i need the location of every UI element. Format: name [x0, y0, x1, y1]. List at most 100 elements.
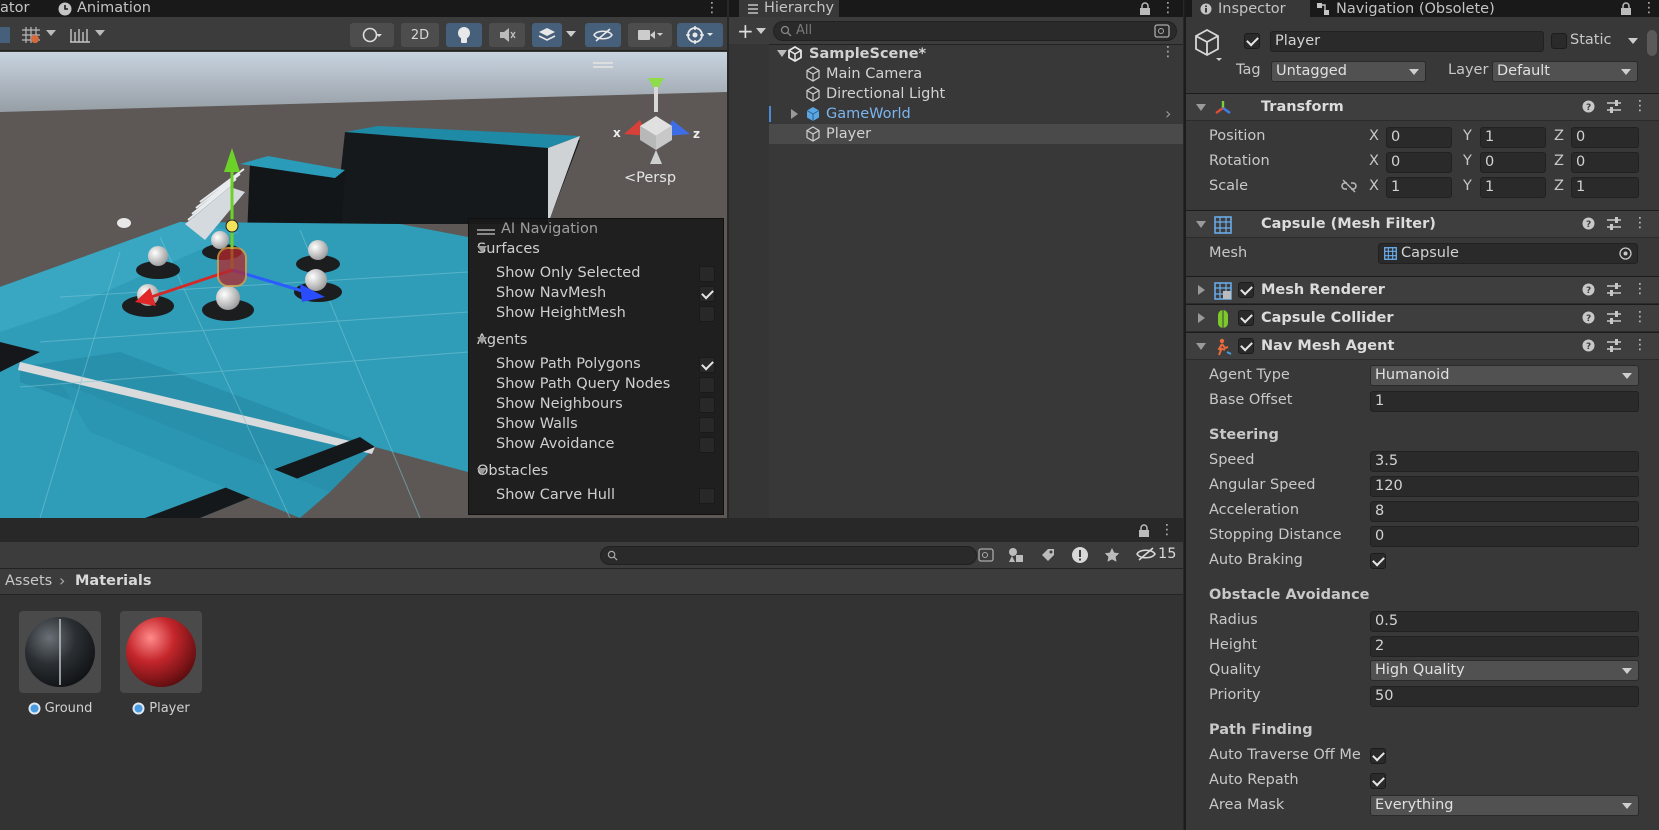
section-agents[interactable]: Agents	[477, 332, 527, 348]
scene-row[interactable]: SampleScene* ⋮	[729, 44, 1183, 64]
priority-field[interactable]: 50	[1370, 686, 1639, 707]
speed-field[interactable]: 3.5	[1370, 451, 1639, 472]
component-menu-icon[interactable]: ⋮	[1633, 310, 1647, 324]
mesh-renderer-header[interactable]: Mesh Renderer ? ⋮	[1186, 276, 1659, 304]
show-walls-checkbox[interactable]	[699, 417, 715, 433]
base-offset-field[interactable]: 1	[1370, 391, 1639, 412]
scene-more-icon[interactable]: ⋮	[1161, 44, 1175, 60]
mesh-filter-header[interactable]: Capsule (Mesh Filter) ? ⋮	[1186, 210, 1659, 238]
draw-mode-button[interactable]	[350, 23, 394, 47]
audio-toggle-button[interactable]	[489, 23, 525, 47]
scale-x-field[interactable]: 1	[1386, 177, 1452, 198]
tab-animation[interactable]: Animation	[58, 0, 151, 17]
asset-player[interactable]: Player	[120, 611, 202, 716]
rotation-x-field[interactable]: 0	[1386, 152, 1452, 173]
show-heightmesh-checkbox[interactable]	[699, 306, 715, 322]
tool-handle-button[interactable]	[0, 27, 10, 43]
show-only-selected-checkbox[interactable]	[699, 266, 715, 282]
scene-more-icon[interactable]: ⋮	[705, 0, 719, 16]
inspector-more-icon[interactable]: ⋮	[1642, 0, 1656, 16]
nav-mesh-agent-header[interactable]: Nav Mesh Agent ? ⋮	[1186, 332, 1659, 360]
gizmos-button[interactable]	[677, 23, 723, 47]
tab-animator[interactable]: ator	[0, 0, 29, 17]
asset-ground[interactable]: Ground	[19, 611, 101, 716]
static-dropdown-arrow-icon[interactable]	[1628, 38, 1638, 44]
camera-settings-button[interactable]	[628, 23, 672, 47]
rotation-z-field[interactable]: 0	[1571, 152, 1639, 173]
presets-icon[interactable]	[1607, 283, 1621, 296]
star-icon[interactable]	[1104, 547, 1120, 563]
gameobject-active-checkbox[interactable]	[1244, 33, 1260, 49]
auto-braking-checkbox[interactable]	[1370, 553, 1386, 569]
search-filter-icon[interactable]	[978, 548, 994, 562]
lock-icon[interactable]	[1138, 524, 1150, 537]
component-menu-icon[interactable]: ⋮	[1633, 99, 1647, 113]
gameobject-cube-icon[interactable]	[1194, 28, 1224, 62]
help-icon[interactable]: ?	[1582, 283, 1595, 296]
layer-dropdown[interactable]: Default	[1492, 61, 1638, 82]
section-surfaces[interactable]: Surfaces	[477, 241, 540, 257]
chevron-down-icon[interactable]	[566, 31, 576, 37]
tab-hierarchy[interactable]: Hierarchy	[739, 0, 839, 17]
nav-mesh-agent-enabled-checkbox[interactable]	[1238, 338, 1254, 354]
link-broken-icon[interactable]	[1341, 179, 1357, 193]
section-obstacles[interactable]: Obstacles	[477, 463, 548, 479]
mesh-renderer-enabled-checkbox[interactable]	[1238, 282, 1254, 298]
inspector-scrollbar[interactable]	[1647, 30, 1657, 56]
filter-by-type-icon[interactable]	[1008, 547, 1024, 563]
presets-icon[interactable]	[1607, 339, 1621, 352]
hierarchy-item-gameworld[interactable]: GameWorld ›	[729, 104, 1183, 124]
stopping-distance-field[interactable]: 0	[1370, 526, 1639, 547]
help-icon[interactable]: ?	[1582, 339, 1595, 352]
tag-dropdown[interactable]: Untagged	[1271, 61, 1426, 82]
lock-icon[interactable]	[1139, 2, 1151, 15]
gameobject-name-field[interactable]: Player	[1270, 31, 1544, 52]
warning-icon[interactable]	[1071, 546, 1089, 564]
presets-icon[interactable]	[1607, 100, 1621, 113]
persp-toggle[interactable]: <Persp	[624, 170, 676, 186]
breadcrumb-assets[interactable]: Assets	[5, 573, 52, 589]
object-picker-icon[interactable]	[1619, 247, 1632, 260]
chevron-down-icon[interactable]	[46, 30, 56, 36]
show-neighbours-checkbox[interactable]	[699, 397, 715, 413]
show-path-polygons-checkbox[interactable]	[699, 357, 715, 373]
hierarchy-item-directional-light[interactable]: Directional Light	[729, 84, 1183, 104]
position-y-field[interactable]: 1	[1480, 127, 1546, 148]
static-checkbox[interactable]	[1551, 33, 1567, 49]
position-z-field[interactable]: 0	[1571, 127, 1639, 148]
hierarchy-item-player[interactable]: Player	[729, 124, 1183, 144]
component-menu-icon[interactable]: ⋮	[1633, 282, 1647, 296]
hierarchy-search-input[interactable]: All	[773, 21, 1177, 41]
help-icon[interactable]: ?	[1582, 217, 1595, 230]
chevron-down-icon[interactable]	[756, 28, 766, 34]
mesh-object-field[interactable]: Capsule	[1378, 243, 1638, 264]
quality-dropdown[interactable]: High Quality	[1370, 660, 1639, 681]
search-filter-icon[interactable]	[1154, 24, 1170, 38]
grid-snap-icon[interactable]	[18, 26, 44, 44]
help-icon[interactable]: ?	[1582, 311, 1595, 324]
presets-icon[interactable]	[1607, 217, 1621, 230]
agent-type-dropdown[interactable]: Humanoid	[1370, 365, 1639, 386]
breadcrumb-materials[interactable]: Materials	[75, 573, 152, 589]
lock-icon[interactable]	[1620, 2, 1632, 15]
effects-toggle-button[interactable]	[532, 23, 562, 47]
capsule-collider-enabled-checkbox[interactable]	[1238, 310, 1254, 326]
scale-z-field[interactable]: 1	[1571, 177, 1639, 198]
hidden-packages-icon[interactable]	[1136, 547, 1156, 561]
position-x-field[interactable]: 0	[1386, 127, 1452, 148]
acceleration-field[interactable]: 8	[1370, 501, 1639, 522]
transform-header[interactable]: Transform ? ⋮	[1186, 93, 1659, 121]
2d-mode-button[interactable]: 2D	[401, 23, 439, 47]
scene-visibility-button[interactable]	[585, 23, 621, 47]
help-icon[interactable]: ?	[1582, 100, 1595, 113]
hierarchy-more-icon[interactable]: ⋮	[1161, 0, 1175, 16]
rotation-y-field[interactable]: 0	[1480, 152, 1546, 173]
lighting-toggle-button[interactable]	[446, 23, 482, 47]
tab-inspector[interactable]: Inspector	[1192, 0, 1310, 17]
component-menu-icon[interactable]: ⋮	[1633, 216, 1647, 230]
height-field[interactable]: 2	[1370, 636, 1639, 657]
angular-speed-field[interactable]: 120	[1370, 476, 1639, 497]
hierarchy-item-main-camera[interactable]: Main Camera	[729, 64, 1183, 84]
scale-y-field[interactable]: 1	[1480, 177, 1546, 198]
show-navmesh-checkbox[interactable]	[699, 286, 715, 302]
